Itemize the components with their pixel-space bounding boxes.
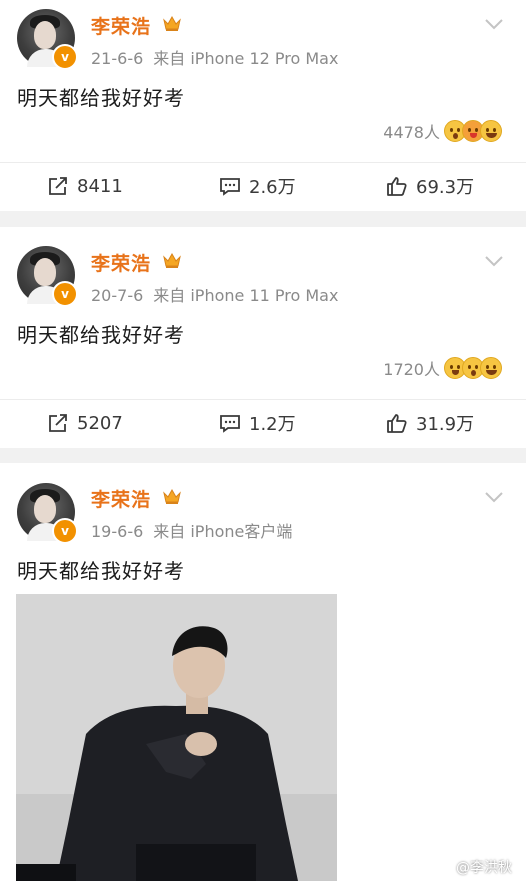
like-count: 69.3万 xyxy=(416,177,475,198)
grin-emoji-icon xyxy=(480,120,502,142)
crown-icon xyxy=(163,15,181,31)
verified-v-icon: v xyxy=(52,281,78,307)
chevron-down-icon[interactable] xyxy=(484,18,504,30)
share-arrow-icon xyxy=(49,177,67,195)
repost-count: 8411 xyxy=(77,175,123,197)
comment-bubble-icon xyxy=(220,415,240,433)
post-meta: 21-6-6 来自 iPhone 12 Pro Max xyxy=(91,45,338,69)
verified-v-icon: v xyxy=(52,518,78,544)
username[interactable]: 李荣浩 xyxy=(91,249,151,276)
post-source: 来自 iPhone 12 Pro Max xyxy=(153,49,339,68)
comment-button[interactable]: 1.2万 xyxy=(219,403,296,443)
like-button[interactable]: 69.3万 xyxy=(386,166,474,206)
post-source: 来自 iPhone 11 Pro Max xyxy=(153,286,339,305)
grin-emoji-icon xyxy=(480,357,502,379)
post-source: 来自 iPhone客户端 xyxy=(153,522,293,541)
portrait-photo xyxy=(16,594,337,881)
post-photo[interactable] xyxy=(16,594,337,881)
post-text: 明天都给我好好考 xyxy=(17,323,185,347)
post-date: 19-6-6 xyxy=(91,522,144,541)
like-count: 31.9万 xyxy=(416,414,475,435)
repost-button[interactable]: 5207 xyxy=(47,403,123,443)
post-card[interactable]: v 李荣浩 20-7-6 来自 iPhone 11 Pro Max 明天都给我好好… xyxy=(0,227,526,448)
comment-count: 2.6万 xyxy=(249,177,296,198)
avatar[interactable]: v xyxy=(17,9,78,70)
action-bar: 5207 1.2万 31.9万 xyxy=(0,403,526,443)
chevron-down-icon[interactable] xyxy=(484,255,504,267)
post-text: 明天都给我好好考 xyxy=(17,559,185,583)
repost-button[interactable]: 8411 xyxy=(47,166,123,206)
reactions-summary[interactable]: 4478人 xyxy=(383,118,502,144)
weibo-feed: v 李荣浩 21-6-6 来自 iPhone 12 Pro Max 明天都给我好好… xyxy=(0,0,526,887)
post-meta: 20-7-6 来自 iPhone 11 Pro Max xyxy=(91,282,338,306)
thumbs-up-icon xyxy=(387,414,407,433)
post-date: 21-6-6 xyxy=(91,49,144,68)
reactions-summary[interactable]: 1720人 xyxy=(383,355,502,381)
username[interactable]: 李荣浩 xyxy=(91,12,151,39)
divider xyxy=(0,162,526,163)
like-button[interactable]: 31.9万 xyxy=(386,403,474,443)
chevron-down-icon[interactable] xyxy=(484,491,504,503)
post-card[interactable]: v 李荣浩 21-6-6 来自 iPhone 12 Pro Max 明天都给我好好… xyxy=(0,0,526,211)
post-meta: 19-6-6 来自 iPhone客户端 xyxy=(91,518,292,542)
weibo-logo-icon xyxy=(436,861,452,874)
thumbs-up-icon xyxy=(387,177,407,196)
divider xyxy=(0,399,526,400)
crown-icon xyxy=(163,488,181,504)
post-text: 明天都给我好好考 xyxy=(17,86,185,110)
post-card[interactable]: v 李荣浩 19-6-6 来自 iPhone客户端 明天都给我好好考 @李洪秋 xyxy=(0,463,526,887)
reaction-count: 4478人 xyxy=(383,123,440,142)
crown-icon xyxy=(163,252,181,268)
action-bar: 8411 2.6万 69.3万 xyxy=(0,166,526,206)
post-date: 20-7-6 xyxy=(91,286,144,305)
comment-count: 1.2万 xyxy=(249,414,296,435)
avatar[interactable]: v xyxy=(17,483,78,544)
watermark: @李洪秋 xyxy=(436,857,512,877)
comment-bubble-icon xyxy=(220,178,240,196)
reaction-count: 1720人 xyxy=(383,360,440,379)
verified-v-icon: v xyxy=(52,44,78,70)
share-arrow-icon xyxy=(49,414,67,432)
username[interactable]: 李荣浩 xyxy=(91,485,151,512)
avatar[interactable]: v xyxy=(17,246,78,307)
repost-count: 5207 xyxy=(77,412,123,434)
comment-button[interactable]: 2.6万 xyxy=(219,166,296,206)
watermark-text: @李洪秋 xyxy=(456,860,512,876)
